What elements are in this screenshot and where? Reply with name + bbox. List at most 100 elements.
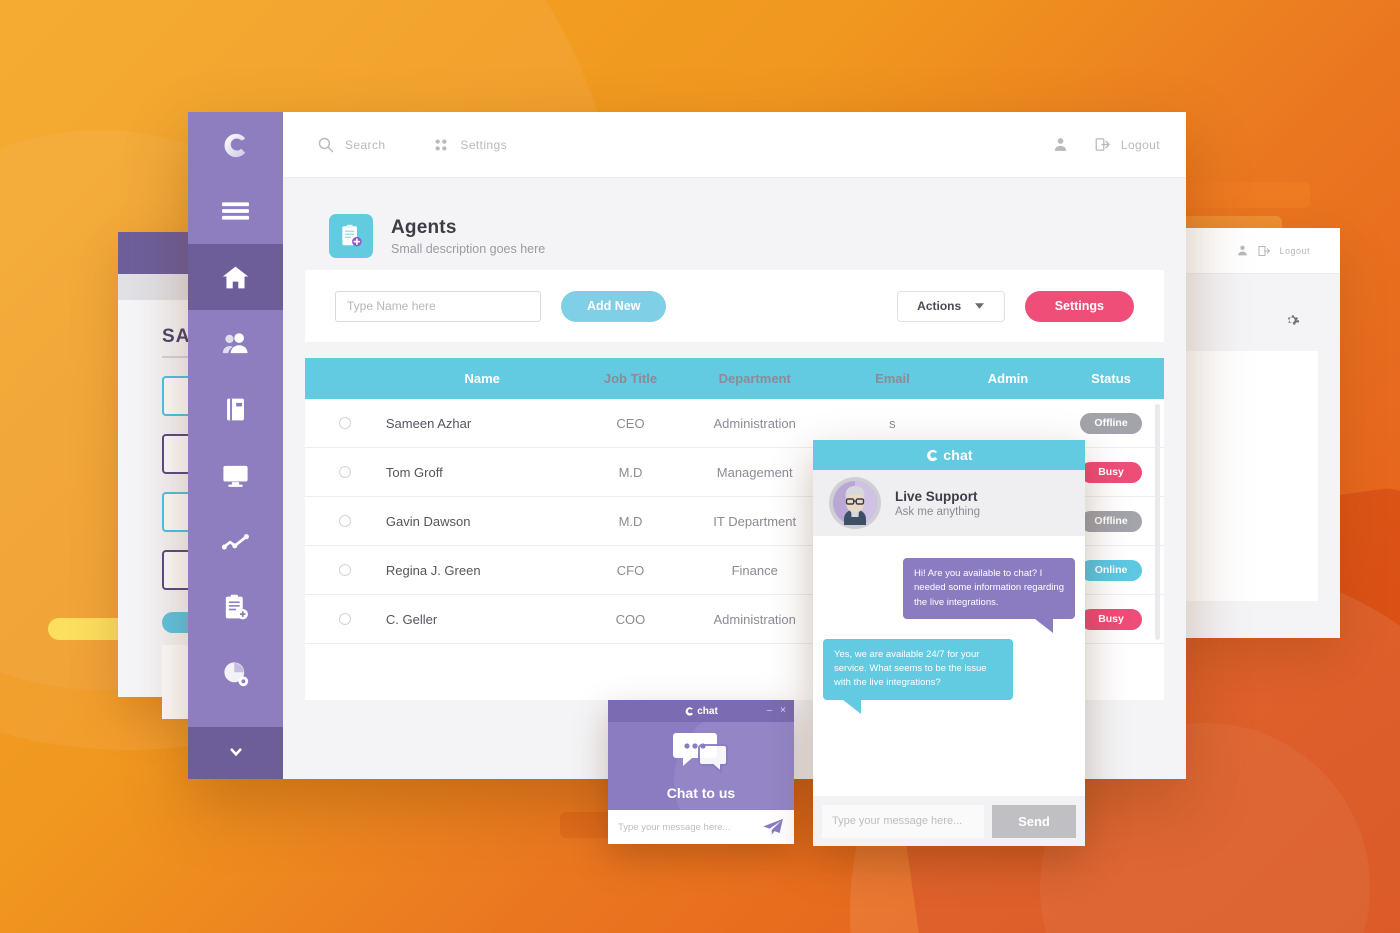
users-icon bbox=[222, 332, 248, 353]
radio-icon[interactable] bbox=[339, 613, 352, 625]
settings-button[interactable]: Settings bbox=[1024, 290, 1134, 322]
page-header: Agents Small description goes here bbox=[283, 178, 1186, 270]
cell-name: Regina J. Green bbox=[385, 562, 481, 578]
table-header-name[interactable]: Name bbox=[386, 371, 579, 386]
actions-dropdown[interactable]: Actions bbox=[896, 290, 1005, 322]
top-bar: Search Settings Logout bbox=[283, 112, 1186, 178]
sidebar-item-book[interactable] bbox=[188, 376, 283, 442]
chat-widget-header: chat – × bbox=[608, 700, 794, 722]
page-description: Small description goes here bbox=[391, 241, 546, 256]
chat-widget-title: chat bbox=[697, 705, 718, 717]
name-input[interactable] bbox=[335, 290, 541, 322]
paper-plane-icon[interactable] bbox=[762, 818, 784, 836]
logout-label: Logout bbox=[1120, 137, 1160, 152]
clipboard-plus-icon bbox=[225, 594, 248, 619]
cell-dept: Administration bbox=[713, 415, 796, 431]
cell-job: CEO bbox=[616, 415, 645, 431]
ghost-gear-wrap bbox=[1165, 274, 1340, 333]
sidebar-item-agents[interactable] bbox=[188, 574, 283, 640]
search-label: Search bbox=[345, 137, 386, 152]
pie-clock-icon bbox=[224, 661, 249, 686]
monitor-icon bbox=[223, 465, 248, 487]
sidebar bbox=[188, 112, 283, 779]
caret-down-icon bbox=[975, 303, 985, 309]
cell-name: Tom Groff bbox=[385, 464, 443, 480]
settings-label: Settings bbox=[460, 137, 507, 152]
speech-bubbles-icon bbox=[672, 731, 730, 778]
chevron-down-icon bbox=[229, 747, 242, 757]
sidebar-item-monitor[interactable] bbox=[188, 442, 283, 508]
logout-control[interactable]: Logout bbox=[1095, 137, 1160, 152]
settings-control[interactable]: Settings bbox=[433, 137, 507, 153]
line-chart-icon bbox=[221, 533, 249, 550]
topbar-right: Logout bbox=[1052, 136, 1160, 153]
status-badge: Offline bbox=[1080, 412, 1143, 434]
toolbar-card: Add New Actions Settings bbox=[305, 270, 1164, 342]
chat-widget-controls: – × bbox=[767, 706, 786, 716]
send-button[interactable]: Send bbox=[992, 804, 1076, 838]
book-icon bbox=[227, 398, 244, 420]
ghost-logout-label: Logout bbox=[1279, 245, 1310, 256]
avatar bbox=[829, 477, 881, 529]
actions-label: Actions bbox=[917, 299, 962, 313]
chat-widget-input-bar bbox=[608, 810, 794, 844]
page-title: Agents bbox=[391, 216, 457, 238]
sidebar-expand-button[interactable] bbox=[188, 727, 283, 779]
c-logo-icon bbox=[224, 133, 246, 157]
table-header-email[interactable]: Email bbox=[827, 371, 958, 386]
chat-message-input[interactable] bbox=[822, 804, 984, 838]
search-control[interactable]: Search bbox=[317, 136, 385, 153]
cell-status: Offline bbox=[1058, 412, 1164, 434]
status-badge: Offline bbox=[1080, 510, 1143, 532]
page-icon bbox=[329, 214, 373, 258]
cell-job: CFO bbox=[616, 562, 645, 578]
cell-dept: IT Department bbox=[713, 513, 797, 529]
home-icon bbox=[222, 266, 249, 288]
radio-icon[interactable] bbox=[339, 466, 352, 478]
close-icon[interactable]: × bbox=[780, 706, 786, 716]
chat-agent-name: Live Support bbox=[895, 488, 978, 504]
row-select[interactable] bbox=[305, 515, 386, 527]
chat-message-us: Yes, we are available 24/7 for your serv… bbox=[823, 638, 1013, 714]
user-icon[interactable] bbox=[1052, 136, 1069, 153]
radio-icon[interactable] bbox=[339, 515, 352, 527]
radio-icon[interactable] bbox=[339, 417, 352, 429]
hamburger-menu-icon bbox=[222, 202, 249, 220]
chat-widget-input[interactable] bbox=[618, 821, 756, 833]
table-header-dept[interactable]: Department bbox=[682, 371, 826, 386]
table-header-admin[interactable]: Admin bbox=[958, 371, 1058, 386]
cell-name: Gavin Dawson bbox=[385, 513, 471, 529]
user-icon bbox=[1238, 245, 1248, 256]
row-select[interactable] bbox=[305, 564, 386, 576]
row-select[interactable] bbox=[305, 613, 386, 625]
row-select[interactable] bbox=[305, 417, 386, 429]
sidebar-item-menu[interactable] bbox=[188, 178, 283, 244]
page-header-text: Agents Small description goes here bbox=[391, 217, 545, 256]
table-header-status[interactable]: Status bbox=[1058, 371, 1164, 386]
c-logo-icon bbox=[685, 706, 694, 716]
add-new-button[interactable]: Add New bbox=[561, 290, 667, 322]
status-badge: Online bbox=[1080, 559, 1143, 581]
cell-dept: Finance bbox=[731, 562, 778, 578]
app-logo[interactable] bbox=[188, 112, 283, 178]
grid-dots-icon bbox=[435, 139, 447, 150]
chat-header: chat bbox=[813, 440, 1085, 470]
search-icon bbox=[318, 137, 334, 153]
table-scrollbar[interactable] bbox=[1155, 404, 1160, 640]
chat-input-bar: Send bbox=[813, 796, 1085, 846]
live-support-chat-window: chat Live Support Ask me anything Hi! Ar… bbox=[813, 440, 1085, 846]
chat-agent-subtitle: Ask me anything bbox=[895, 505, 981, 518]
sidebar-item-analytics[interactable] bbox=[188, 508, 283, 574]
minimize-icon[interactable]: – bbox=[767, 706, 773, 716]
cell-email: s bbox=[889, 415, 896, 431]
sidebar-item-users[interactable] bbox=[188, 310, 283, 376]
sidebar-item-reports[interactable] bbox=[188, 640, 283, 706]
logout-icon bbox=[1258, 245, 1271, 256]
row-select[interactable] bbox=[305, 466, 386, 478]
radio-icon[interactable] bbox=[339, 564, 352, 576]
cell-name: C. Geller bbox=[385, 611, 438, 627]
sidebar-item-home[interactable] bbox=[188, 244, 283, 310]
table-header-job[interactable]: Job Title bbox=[578, 371, 682, 386]
table-header-row: Name Job Title Department Email Admin St… bbox=[305, 358, 1164, 399]
chat-agent-profile: Live Support Ask me anything bbox=[813, 470, 1085, 536]
